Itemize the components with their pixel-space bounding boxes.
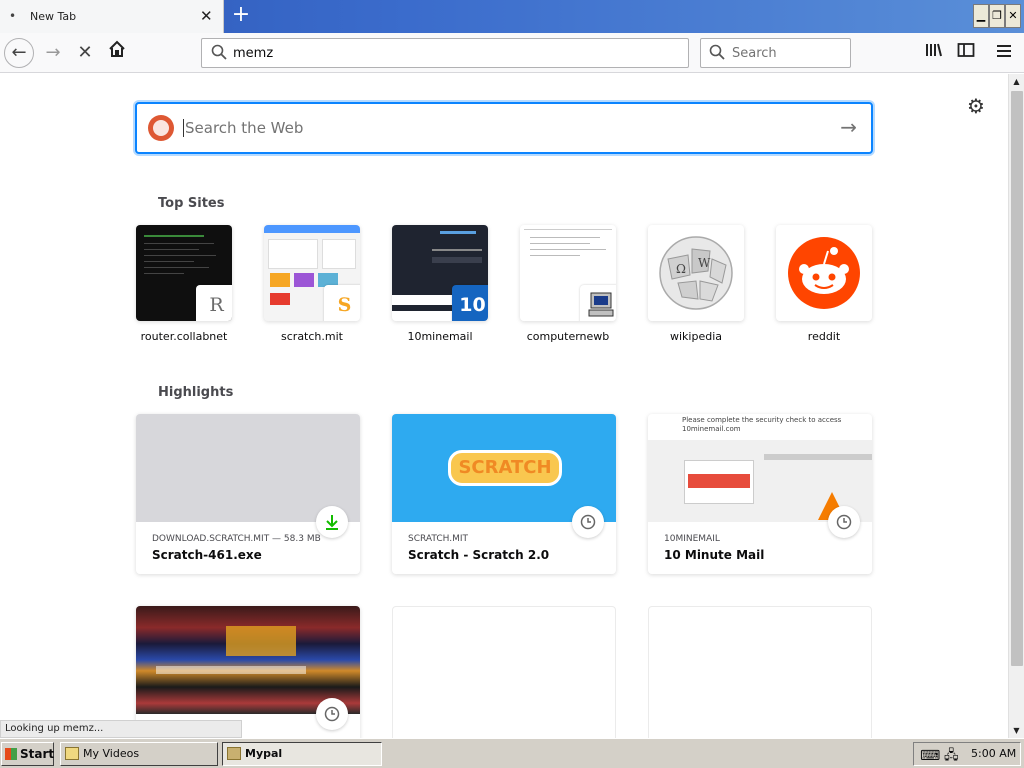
site-label: router.collabnet <box>140 330 228 343</box>
top-site-wikipedia[interactable]: Ω W wikipedia <box>648 225 744 343</box>
new-tab-page: ⚙ Search the Web → Top Sites R router.co… <box>0 74 1008 738</box>
new-tab-button[interactable]: + <box>228 3 254 29</box>
network-icon[interactable]: 🖧 <box>944 745 959 767</box>
card-meta: DOWNLOAD.SCRATCH.MIT — 58.3 MB <box>152 534 321 544</box>
folder-icon <box>65 747 79 760</box>
duckduckgo-logo-icon <box>148 115 174 141</box>
tab-new-tab[interactable]: • New Tab ✕ <box>0 0 224 33</box>
site-label: wikipedia <box>669 330 722 343</box>
download-icon <box>316 506 348 538</box>
library-button[interactable] <box>920 39 948 67</box>
reddit-logo-icon <box>776 225 872 321</box>
task-label: My Videos <box>83 747 140 760</box>
start-button[interactable]: Start <box>1 742 54 766</box>
svg-text:Ω: Ω <box>676 262 686 276</box>
highlight-placeholder <box>392 606 616 738</box>
home-icon <box>109 40 125 57</box>
mypal-app-icon <box>227 747 241 760</box>
settings-gear-icon[interactable]: ⚙ <box>967 94 985 118</box>
close-window-button[interactable]: ✕ <box>1005 4 1021 28</box>
card-meta: SCRATCH.MIT <box>408 534 468 544</box>
menu-button[interactable] <box>990 39 1018 67</box>
computer-icon <box>580 285 616 321</box>
highlight-placeholder <box>648 606 872 738</box>
close-tab-icon[interactable]: ✕ <box>200 7 213 25</box>
highlight-card-scratch-download[interactable]: DOWNLOAD.SCRATCH.MIT — 58.3 MB Scratch-4… <box>136 414 360 574</box>
card-meta: 10MINEMAIL <box>664 534 720 544</box>
url-bar[interactable]: memz <box>201 38 689 68</box>
highlight-card-10-minute-mail[interactable]: Please complete the security check to ac… <box>648 414 872 574</box>
home-button[interactable] <box>102 38 132 68</box>
clock-icon <box>316 698 348 730</box>
highlight-card-glitch[interactable] <box>136 606 360 738</box>
forward-button[interactable]: → <box>38 38 68 68</box>
scratch-cat-icon: S <box>324 285 360 321</box>
vertical-scrollbar[interactable]: ▲ ▼ <box>1008 74 1024 738</box>
scroll-up-arrow-icon[interactable]: ▲ <box>1009 74 1024 89</box>
site-label: 10minemail <box>407 330 473 343</box>
card-title: 10 Minute Mail <box>664 548 765 562</box>
card-preview-text: Please complete the security check to ac… <box>682 416 842 433</box>
stop-button[interactable]: ✕ <box>70 38 100 68</box>
top-site-computernewb[interactable]: computernewb <box>520 225 616 343</box>
keyboard-icon[interactable]: ⌨ <box>920 745 940 767</box>
tab-favicon: • <box>9 9 17 23</box>
highlights-title: Highlights <box>158 385 234 400</box>
site-badge: R <box>196 285 232 321</box>
sidebar-button[interactable] <box>952 39 980 67</box>
scrollbar-thumb[interactable] <box>1011 91 1023 666</box>
sidebar-icon <box>957 43 975 57</box>
10minemail-logo-icon: 10 <box>452 285 488 321</box>
windows-logo-icon <box>5 748 17 760</box>
clock-time[interactable]: 5:00 AM <box>971 743 1016 765</box>
search-placeholder: Search <box>732 46 777 61</box>
search-icon <box>211 44 227 64</box>
web-search-box[interactable]: Search the Web → <box>135 102 873 154</box>
back-button[interactable]: ← <box>4 38 34 68</box>
card-title: Scratch-461.exe <box>152 548 262 562</box>
tab-strip: • New Tab ✕ + ▁ ❐ ✕ <box>0 0 1024 33</box>
site-thumbnail: 10 <box>392 225 488 321</box>
taskbar-item-mypal[interactable]: Mypal <box>222 742 382 766</box>
task-label: Mypal <box>245 747 283 760</box>
top-site-reddit[interactable]: reddit <box>776 225 872 343</box>
top-site-router-collabnet[interactable]: R router.collabnet <box>136 225 232 343</box>
taskbar-item-my-videos[interactable]: My Videos <box>60 742 218 766</box>
site-thumbnail: R <box>136 225 232 321</box>
site-label: reddit <box>807 330 841 343</box>
restore-button[interactable]: ❐ <box>989 4 1005 28</box>
clock-icon <box>828 506 860 538</box>
url-input-value[interactable]: memz <box>233 46 273 61</box>
status-bar: Looking up memz... <box>0 720 242 738</box>
minimize-button[interactable]: ▁ <box>973 4 989 28</box>
wikipedia-globe-icon: Ω W <box>648 225 744 321</box>
site-thumbnail: S <box>264 225 360 321</box>
web-search-placeholder[interactable]: Search the Web <box>183 119 303 137</box>
search-icon <box>709 44 725 64</box>
taskbar: Start My Videos Mypal ⌨ 🖧 5:00 AM <box>0 738 1024 768</box>
navigation-toolbar: ← → ✕ memz Search <box>0 33 1024 73</box>
arrow-right-icon[interactable]: → <box>840 115 857 139</box>
site-label: computernewb <box>526 330 610 343</box>
top-sites-title: Top Sites <box>158 196 225 211</box>
scroll-down-arrow-icon[interactable]: ▼ <box>1009 723 1024 738</box>
tab-title: New Tab <box>30 10 77 23</box>
hamburger-menu-icon <box>997 45 1011 57</box>
library-icon <box>926 43 942 57</box>
top-site-10minemail[interactable]: 10 10minemail <box>392 225 488 343</box>
highlight-card-scratch[interactable]: SCRATCH SCRATCH.MIT Scratch - Scratch 2.… <box>392 414 616 574</box>
top-site-scratch-mit[interactable]: S scratch.mit <box>264 225 360 343</box>
svg-text:W: W <box>698 256 711 270</box>
search-bar[interactable]: Search <box>700 38 851 68</box>
scratch-logo: SCRATCH <box>448 450 562 486</box>
site-label: scratch.mit <box>281 330 343 343</box>
system-tray: ⌨ 🖧 5:00 AM <box>913 742 1021 766</box>
card-title: Scratch - Scratch 2.0 <box>408 548 550 562</box>
start-label: Start <box>20 747 55 761</box>
site-thumbnail <box>520 225 616 321</box>
clock-icon <box>572 506 604 538</box>
